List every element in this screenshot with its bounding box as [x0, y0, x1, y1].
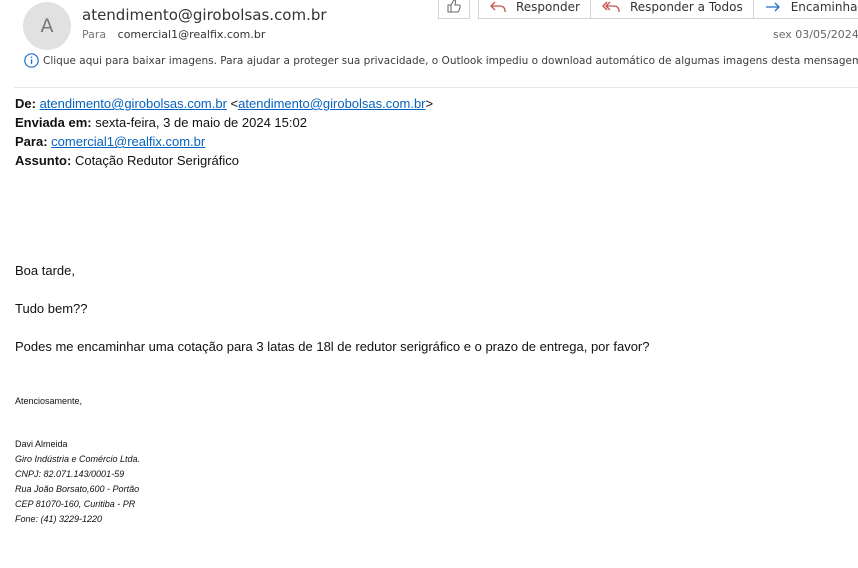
to-label: Para: [82, 28, 107, 41]
signature-address: Rua João Borsato,600 - Portão: [15, 484, 140, 494]
sent-label: Enviada em:: [15, 115, 92, 130]
info-icon: [24, 53, 39, 68]
avatar: A: [23, 2, 71, 50]
from-open: <: [226, 96, 239, 111]
subject-row: Assunto: Cotação Redutor Serigráfico: [15, 151, 433, 170]
signature-name: Davi Almeida: [15, 439, 68, 449]
reply-all-button[interactable]: Responder a Todos: [589, 0, 754, 19]
forward-button[interactable]: Encaminhar: [752, 0, 858, 19]
reply-all-label: Responder a Todos: [629, 0, 743, 14]
forward-label: Encaminhar: [790, 0, 858, 14]
message-date: sex 03/05/2024 1: [773, 28, 858, 41]
from-close: >: [425, 96, 434, 111]
to-link[interactable]: comercial1@realfix.com.br: [51, 134, 205, 149]
signature-cep: CEP 81070-160, Curitiba - PR: [15, 499, 136, 509]
sender-address[interactable]: atendimento@girobolsas.com.br: [82, 6, 327, 24]
body-line-3: Podes me encaminhar uma cotação para 3 l…: [15, 339, 650, 354]
to-row: Para: comercial1@realfix.com.br: [15, 132, 433, 151]
reply-button[interactable]: Responder: [478, 0, 591, 19]
sent-row: Enviada em: sexta-feira, 3 de maio de 20…: [15, 113, 433, 132]
notice-text[interactable]: Clique aqui para baixar imagens. Para aj…: [43, 55, 858, 67]
body-greeting: Boa tarde,: [15, 263, 75, 278]
from-link[interactable]: atendimento@girobolsas.com.br: [40, 96, 227, 111]
thumbs-up-icon: [446, 0, 462, 17]
forward-icon: [764, 0, 782, 14]
to-value[interactable]: comercial1@realfix.com.br: [118, 28, 266, 41]
message-toolbar: Responder Responder a Todos Encaminhar: [438, 0, 858, 21]
signature-cnpj: CNPJ: 82.071.143/0001-59: [15, 469, 125, 479]
subject-value: Cotação Redutor Serigráfico: [71, 153, 239, 168]
body-closing: Atenciosamente,: [15, 396, 83, 406]
reply-all-icon: [601, 0, 621, 14]
reply-label: Responder: [516, 0, 580, 14]
body-line-2: Tudo bem??: [15, 301, 88, 316]
subject-label: Assunto:: [15, 153, 72, 168]
sent-value: sexta-feira, 3 de maio de 2024 15:02: [91, 115, 307, 130]
original-message-header: De: atendimento@girobolsas.com.br <atend…: [15, 94, 433, 170]
from-label: De:: [15, 96, 36, 111]
header-divider: [14, 87, 858, 88]
from-link-2[interactable]: atendimento@girobolsas.com.br: [238, 96, 425, 111]
blocked-images-notice[interactable]: Clique aqui para baixar imagens. Para aj…: [24, 53, 858, 68]
from-row: De: atendimento@girobolsas.com.br <atend…: [15, 94, 433, 113]
signature-phone: Fone: (41) 3229-1220: [15, 514, 103, 524]
like-button[interactable]: [438, 0, 470, 19]
reply-icon: [489, 0, 507, 14]
signature-company: Giro Indústria e Comércio Ltda.: [15, 454, 141, 464]
recipient-line: Para comercial1@realfix.com.br: [82, 28, 265, 41]
to-row-label: Para:: [15, 134, 48, 149]
